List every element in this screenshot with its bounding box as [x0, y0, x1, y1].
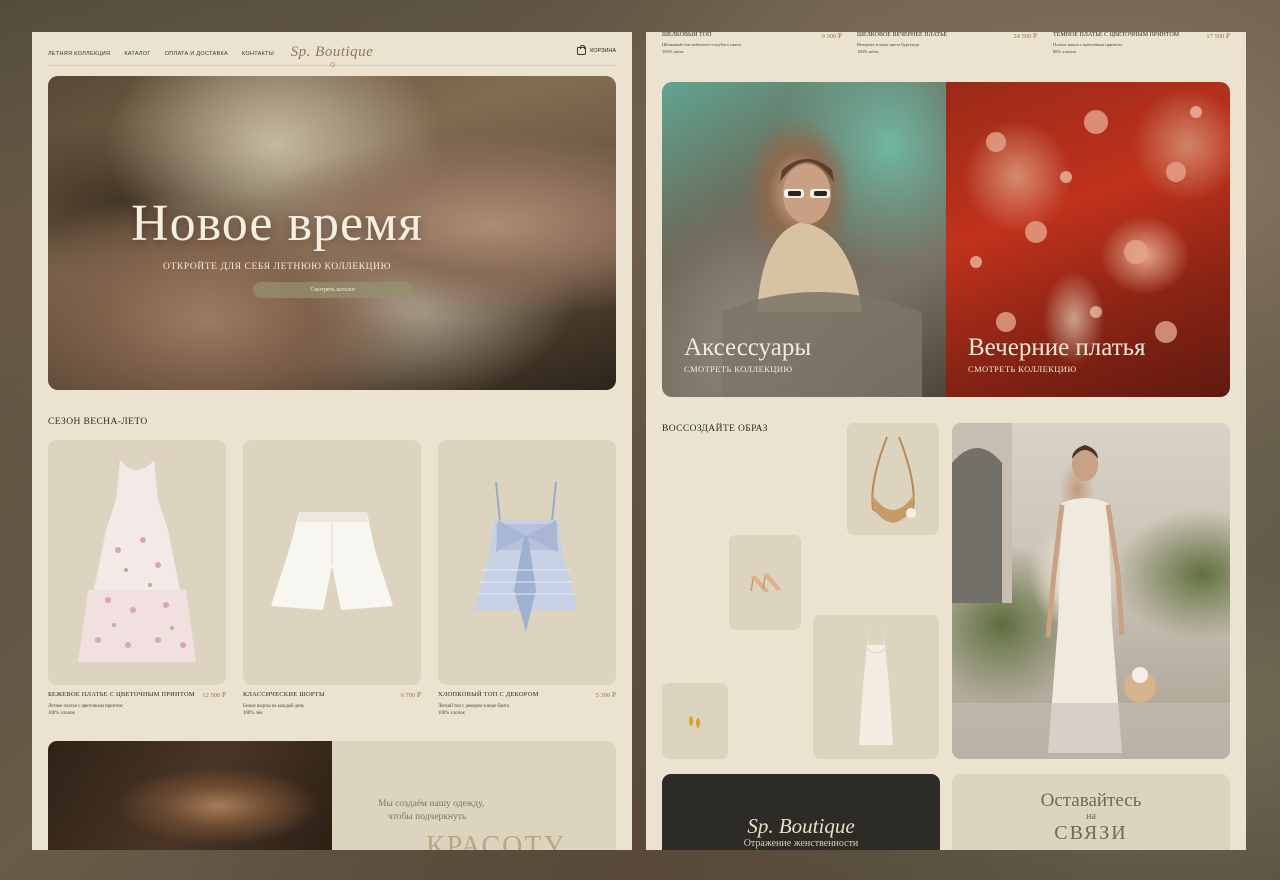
about-photo: [48, 741, 332, 850]
product-desc-line: Легкий топ с декором в виде банта: [438, 704, 509, 709]
strip-desc-line: Шёлковый топ небесного-голубого цвета: [662, 42, 741, 47]
product-name[interactable]: ХЛОПКОВЫЙ ТОП С ДЕКОРОМ: [438, 691, 616, 698]
stay-title-word: связи: [1054, 822, 1128, 844]
about-block: Мы создаём нашу одежду, чтобы подчеркнут…: [48, 741, 616, 850]
strip-item[interactable]: ТЁМНОЕ ПЛАТЬЕ С ЦВЕТОЧНЫМ ПРИНТОМ 17 500…: [1053, 32, 1230, 55]
strip-price: 9 300 ₽: [821, 33, 842, 40]
season-title: СЕЗОН ВЕСНА-ЛЕТО: [48, 417, 148, 427]
strip-item[interactable]: ШЁЛКОВЫЙ ТОП 9 300 ₽ Шёлковый топ небесн…: [662, 32, 842, 55]
view-collection-link[interactable]: СМОТРЕТЬ КОЛЛЕКЦИЮ: [684, 364, 792, 374]
stay-title-line: на: [1086, 811, 1096, 822]
cart-label: КОРЗИНА: [590, 48, 616, 54]
product-desc: Летнее платье с цветочным принтом 100% х…: [48, 703, 226, 717]
homepage-left-panel: ЛЕТНЯЯ КОЛЛЕКЦИЯ КАТАЛОГ ОПЛАТА И ДОСТАВ…: [32, 32, 632, 850]
look-title: ВОССОЗДАЙТЕ ОБРАЗ: [662, 424, 768, 434]
product-card-dress[interactable]: [48, 440, 226, 685]
product-desc-line: 100% лён: [243, 711, 263, 716]
product-info-shorts: КЛАССИЧЕСКИЕ ШОРТЫ 6 700 ₽ Белые шорты н…: [243, 691, 421, 717]
earrings-image: [689, 716, 700, 728]
dress-image: [78, 454, 196, 662]
strip-item[interactable]: ШЁЛКОВОЕ ВЕЧЕРНЕЕ ПЛАТЬЕ 24 500 ₽ Вечерн…: [857, 32, 1037, 55]
strip-name: ШЁЛКОВЫЙ ТОП: [662, 32, 712, 38]
strip-desc: Вечернее платье цвета бургунди 100% шёлк: [857, 41, 1037, 55]
brand-logo[interactable]: Sp. Boutique: [662, 814, 940, 839]
strip-name: ШЁЛКОВОЕ ВЕЧЕРНЕЕ ПЛАТЬЕ: [857, 32, 948, 38]
product-price: 5 300 ₽: [595, 692, 616, 699]
stay-title-line: Оставайтесь: [1040, 790, 1142, 811]
about-line: Мы создаём нашу одежду,: [378, 799, 485, 809]
look-item-bag[interactable]: [847, 423, 939, 535]
product-info-top: ХЛОПКОВЫЙ ТОП С ДЕКОРОМ 5 300 ₽ Легкий т…: [438, 691, 616, 717]
product-card-shorts[interactable]: [243, 440, 421, 685]
look-item-earrings[interactable]: [662, 683, 728, 759]
hero-subtitle: ОТКРОЙТЕ ДЛЯ СЕБЯ ЛЕТНЮЮ КОЛЛЕКЦИЮ: [163, 262, 391, 272]
product-name[interactable]: БЕЖЕВОЕ ПЛАТЬЕ С ЦВЕТОЧНЫМ ПРИНТОМ: [48, 691, 226, 698]
product-info-dress: БЕЖЕВОЕ ПЛАТЬЕ С ЦВЕТОЧНЫМ ПРИНТОМ 12 50…: [48, 691, 226, 717]
look-item-heels[interactable]: [729, 535, 801, 630]
product-price: 12 500 ₽: [202, 692, 226, 699]
view-collection-link[interactable]: СМОТРЕТЬ КОЛЛЕКЦИЮ: [968, 364, 1076, 374]
product-desc-line: Белые шорты на каждый день: [243, 704, 305, 709]
strip-desc-line: Вечернее платье цвета бургунди: [857, 42, 920, 47]
strip-name: ТЁМНОЕ ПЛАТЬЕ С ЦВЕТОЧНЫМ ПРИНТОМ: [1053, 32, 1180, 38]
strip-desc-line: 80% хлопок: [1053, 49, 1076, 54]
main-nav: ЛЕТНЯЯ КОЛЛЕКЦИЯ КАТАЛОГ ОПЛАТА И ДОСТАВ…: [48, 42, 616, 67]
strip-price: 17 500 ₽: [1206, 33, 1230, 40]
look-model-photo[interactable]: [952, 423, 1230, 759]
heels-image: [750, 573, 781, 593]
strip-desc: Шёлковый топ небесного-голубого цвета 10…: [662, 41, 842, 55]
product-desc: Легкий топ с декором в виде банта 100% х…: [438, 703, 616, 717]
bag-image: [871, 436, 916, 523]
brand-card: Sp. Boutique Отражение женственности: [662, 774, 940, 850]
product-strip: ШЁЛКОВЫЙ ТОП 9 300 ₽ Шёлковый топ небесн…: [662, 32, 1230, 62]
about-text: Мы создаём нашу одежду, чтобы подчеркнут…: [378, 798, 578, 824]
collections-grid: Аксессуары СМОТРЕТЬ КОЛЛЕКЦИЮ Вечерние п…: [662, 82, 1230, 397]
nav-link-catalog[interactable]: КАТАЛОГ: [124, 51, 150, 57]
product-desc-line: Летнее платье с цветочным принтом: [48, 704, 123, 709]
model-photo: [952, 423, 1230, 759]
collection-accessories[interactable]: Аксессуары СМОТРЕТЬ КОЛЛЕКЦИЮ: [662, 82, 946, 397]
strip-desc-line: Платье макси с цветочным принтом: [1053, 42, 1122, 47]
collection-evening[interactable]: Вечерние платья СМОТРЕТЬ КОЛЛЕКЦИЮ: [946, 82, 1230, 397]
product-price: 6 700 ₽: [400, 692, 421, 699]
strip-desc-line: 100% шёлк: [857, 49, 879, 54]
bag-icon: [577, 45, 587, 55]
collection-title: Аксессуары: [684, 334, 812, 361]
strip-desc: Платье макси с цветочным принтом 80% хло…: [1053, 41, 1230, 55]
brand-tagline: Отражение женственности: [743, 838, 859, 849]
about-accent-word: красоту: [426, 831, 566, 850]
product-card-top[interactable]: [438, 440, 616, 685]
view-catalog-button[interactable]: Смотреть каталог: [253, 282, 413, 298]
product-desc-line: 100% хлопок: [438, 711, 465, 716]
product-desc: Белые шорты на каждый день 100% лён: [243, 703, 421, 717]
cart-button[interactable]: КОРЗИНА: [577, 45, 616, 55]
nav-links: ЛЕТНЯЯ КОЛЛЕКЦИЯ КАТАЛОГ ОПЛАТА И ДОСТАВ…: [48, 51, 274, 57]
hero-title: Новое время: [131, 195, 423, 252]
strip-desc-line: 100% шёлк: [662, 49, 684, 54]
logo[interactable]: Sp. Boutique: [291, 44, 374, 61]
nav-link-contacts[interactable]: КОНТАКТЫ: [242, 51, 274, 57]
product-desc-line: 100% хлопок: [48, 711, 75, 716]
strip-price: 24 500 ₽: [1013, 33, 1037, 40]
nav-link-summer[interactable]: ЛЕТНЯЯ КОЛЛЕКЦИЯ: [48, 51, 110, 57]
top-image: [474, 481, 578, 632]
shorts-image: [271, 512, 393, 610]
logo-ornament: [330, 62, 335, 67]
product-name[interactable]: КЛАССИЧЕСКИЕ ШОРТЫ: [243, 691, 421, 698]
homepage-right-panel: ШЁЛКОВЫЙ ТОП 9 300 ₽ Шёлковый топ небесн…: [646, 32, 1246, 850]
nav-link-delivery[interactable]: ОПЛАТА И ДОСТАВКА: [165, 51, 228, 57]
hero-banner: Новое время ОТКРОЙТЕ ДЛЯ СЕБЯ ЛЕТНЮЮ КОЛ…: [48, 76, 616, 390]
look-item-slip-dress[interactable]: [813, 615, 939, 759]
about-line: чтобы подчеркнуть: [388, 812, 467, 822]
stay-in-touch-card: Оставайтесь на связи: [952, 774, 1230, 850]
collection-title: Вечерние платья: [968, 334, 1146, 361]
slip-dress-image: [859, 628, 893, 745]
